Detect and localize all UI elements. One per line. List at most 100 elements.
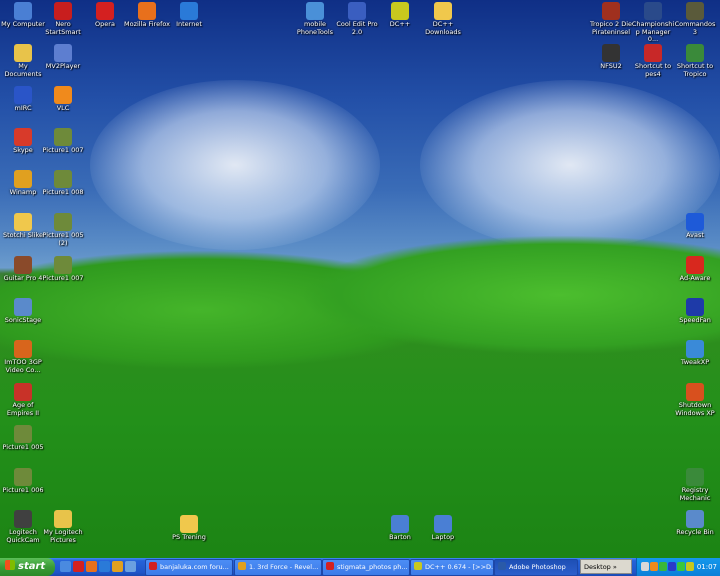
desktop-shortcut-label: Commandos 3 — [674, 20, 716, 36]
folder-icon — [434, 2, 452, 20]
desktop-shortcut-label: SpeedFan — [679, 316, 711, 324]
speaker-icon[interactable] — [641, 562, 649, 571]
desktop-shortcut[interactable]: Age of Empires II — [0, 383, 46, 417]
desktop-shortcut[interactable]: TweakXP — [672, 340, 718, 367]
desktop-shortcut-label: Shortcut to Tropico — [676, 62, 714, 78]
desktop-shortcut-label: Opera — [95, 20, 115, 28]
desktop-shortcut-label: Registry Mechanic — [679, 486, 711, 502]
desktop-shortcut-label: Picture1 008 — [42, 188, 84, 196]
opera-icon[interactable] — [73, 561, 84, 572]
start-button[interactable]: start — [0, 558, 55, 576]
desktop-shortcut-label: Championship Manager 0... — [631, 20, 675, 43]
desktop-shortcut-label: Picture1 007 — [42, 146, 84, 154]
taskbar-button[interactable]: 1. 3rd Force - Revel... — [234, 559, 322, 576]
picture-icon — [14, 468, 32, 486]
winamp-icon[interactable] — [112, 561, 123, 572]
desktop-shortcut[interactable]: Recycle Bin — [672, 510, 718, 537]
desktop-shortcut[interactable]: Laptop — [420, 515, 466, 542]
taskbar-button-label: DC++ 0.674 - [>>D... — [425, 563, 494, 571]
desktop-shortcut[interactable]: Shortcut to Tropico — [672, 44, 718, 78]
desktop-shortcut-label: Recycle Bin — [676, 528, 714, 536]
aoe-icon — [14, 383, 32, 401]
desktop-shortcut[interactable]: Tropico 2 Die Pirateninsel — [588, 2, 634, 36]
taskbar-button[interactable]: Adobe Photoshop — [494, 559, 578, 576]
desktop-shortcut[interactable]: mobile PhoneTools — [292, 2, 338, 36]
desktop-shortcut[interactable]: ImTOO 3GP Video Co... — [0, 340, 46, 374]
desktop-shortcut[interactable]: Commandos 3 — [672, 2, 718, 36]
desktop-shortcut[interactable]: Picture1 007 — [40, 128, 86, 155]
desktop-shortcut[interactable]: My Logitech Pictures — [40, 510, 86, 544]
desktop-shortcut[interactable]: Cool Edit Pro 2.0 — [334, 2, 380, 36]
avast-icon — [686, 213, 704, 231]
desktop-shortcut[interactable]: VLC — [40, 86, 86, 113]
desktop-shortcut[interactable]: Picture1 006 — [0, 468, 46, 495]
desktop-shortcut[interactable]: MV2Player — [40, 44, 86, 71]
taskbar-button[interactable]: banjaluka.com foru... — [145, 559, 233, 576]
desktop-shortcut[interactable]: PS Trening — [166, 515, 212, 542]
speedfan-tray-icon[interactable] — [668, 562, 676, 571]
taskbar-button[interactable]: stigmata_photos ph... — [322, 559, 410, 576]
ie-icon[interactable] — [99, 561, 110, 572]
commandos-icon — [686, 2, 704, 20]
desktop-shortcut[interactable]: NFSU2 — [588, 44, 634, 71]
picture-icon — [54, 128, 72, 146]
picture-icon — [14, 425, 32, 443]
desktop-shortcut[interactable]: Opera — [82, 2, 128, 29]
photoshop-icon — [498, 562, 506, 570]
desktop-shortcut-label: mobile PhoneTools — [296, 20, 334, 36]
desktop-shortcut[interactable]: Mozilla Firefox — [124, 2, 170, 29]
desktop-shortcut-label: Laptop — [431, 533, 455, 541]
desktop-shortcut[interactable]: DC++ — [377, 2, 423, 29]
desktop-shortcut[interactable]: Nero StartSmart — [40, 2, 86, 36]
folder-icon — [14, 213, 32, 231]
desktop-shortcut-label: Tropico 2 Die Pirateninsel — [589, 20, 633, 36]
clock[interactable]: 01:07 — [697, 558, 717, 576]
desktop-toolbar-label: Desktop — [584, 563, 611, 571]
desktop-shortcut-label: Ad-Aware — [679, 274, 711, 282]
opera-icon — [326, 562, 334, 570]
firefox-icon — [138, 2, 156, 20]
ie-icon — [180, 2, 198, 20]
dcpp-tray-icon[interactable] — [686, 562, 694, 571]
desktop-shortcut[interactable]: Picture1 005 — [0, 425, 46, 452]
speedfan-icon — [686, 298, 704, 316]
desktop-shortcut-label: Nero StartSmart — [45, 20, 81, 36]
desktop-shortcut[interactable]: Internet — [166, 2, 212, 29]
desktop-shortcut[interactable]: Championship Manager 0... — [630, 2, 676, 44]
desktop-shortcut[interactable]: Barton — [377, 515, 423, 542]
desktop-shortcut[interactable]: Picture1 007 — [40, 256, 86, 283]
pictures-folder-icon — [54, 510, 72, 528]
desktop-toolbar[interactable]: Desktop » — [580, 559, 632, 574]
desktop-shortcut-label: Avast — [686, 231, 704, 239]
desktop-shortcut[interactable]: DC++ Downloads — [420, 2, 466, 36]
desktop-shortcut-label: PS Trening — [172, 533, 206, 541]
desktop-wallpaper: My Computer My Documents mIRC Skype Winamp St… — [0, 0, 720, 558]
tweakxp-icon — [686, 340, 704, 358]
skype-icon — [14, 128, 32, 146]
sonicstage-icon — [14, 298, 32, 316]
desktop-shortcut[interactable]: Shortcut to pes4 — [630, 44, 676, 78]
network-icon[interactable] — [659, 562, 667, 571]
phonetools-icon — [306, 2, 324, 20]
taskbar-button[interactable]: DC++ 0.674 - [>>D... — [410, 559, 494, 576]
msn-icon[interactable] — [677, 562, 685, 571]
desktop-shortcut-label: Cool Edit Pro 2.0 — [336, 20, 378, 36]
mail-icon[interactable] — [125, 561, 136, 572]
desktop-shortcut[interactable]: SonicStage — [0, 298, 46, 325]
show-desktop-icon[interactable] — [60, 561, 71, 572]
taskbar-button-label: 1. 3rd Force - Revel... — [249, 563, 319, 571]
webcam-icon — [14, 510, 32, 528]
desktop-shortcut[interactable]: Picture1 008 — [40, 170, 86, 197]
desktop-shortcut[interactable]: Registry Mechanic — [672, 468, 718, 502]
tropico-icon — [602, 2, 620, 20]
firefox-icon[interactable] — [86, 561, 97, 572]
desktop-shortcut[interactable]: Picture1 005 (2) — [40, 213, 86, 247]
nero-icon — [54, 2, 72, 20]
desktop-shortcut[interactable]: Shutdown Windows XP — [672, 383, 718, 417]
wallpaper-cloud-left — [90, 80, 380, 250]
avast-tray-icon[interactable] — [650, 562, 658, 571]
desktop-shortcut-label: DC++ Downloads — [425, 20, 461, 36]
desktop-shortcut[interactable]: SpeedFan — [672, 298, 718, 325]
desktop-shortcut[interactable]: Ad-Aware — [672, 256, 718, 283]
desktop-shortcut[interactable]: Avast — [672, 213, 718, 240]
